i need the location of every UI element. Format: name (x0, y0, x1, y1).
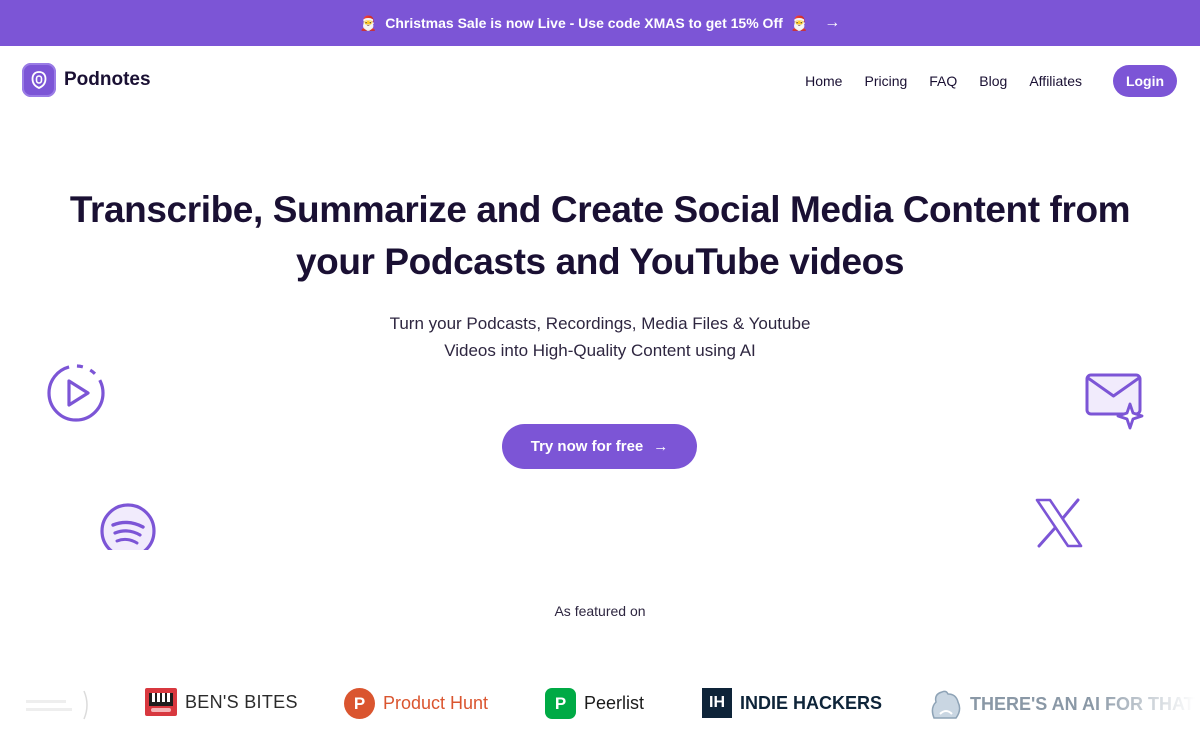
announcement-banner[interactable]: 🎅 Christmas Sale is now Live - Use code … (0, 0, 1200, 46)
hero-subtitle-line-1: Turn your Podcasts, Recordings, Media Fi… (389, 314, 811, 333)
banner-text: Christmas Sale is now Live - Use code XM… (385, 15, 783, 31)
theres-an-ai-name: THERE'S AN AI FOR THAT (970, 693, 1195, 714)
bens-bites-name: BEN'S BITES (185, 691, 298, 712)
santa-emoji-right: 🎅 (790, 14, 809, 31)
featured-logo-indie-hackers[interactable]: IH INDIE HACKERS (702, 688, 882, 718)
nav-item-affiliates[interactable]: Affiliates (1029, 73, 1082, 89)
featured-logo-bens-bites[interactable]: BEN'S BITES (145, 688, 298, 716)
hero-title-line-2: your Podcasts and YouTube videos (295, 241, 905, 282)
brand-name: Podnotes (64, 69, 151, 90)
nav-item-pricing[interactable]: Pricing (864, 73, 907, 89)
arrow-right-icon: → (824, 14, 841, 31)
featured-logo-product-hunt[interactable]: P Product Hunt (344, 688, 488, 719)
brand-link[interactable]: Podnotes (22, 63, 151, 97)
login-button[interactable]: Login (1113, 65, 1177, 97)
nav-item-faq[interactable]: FAQ (929, 73, 957, 89)
spotify-icon (100, 503, 156, 550)
hero-title-line-1: Transcribe, Summarize and Create Social … (69, 189, 1131, 230)
try-now-button[interactable]: Try now for free → (502, 424, 697, 469)
santa-emoji-left: 🎅 (359, 14, 378, 31)
nav-item-home[interactable]: Home (805, 73, 842, 89)
featured-logo-peerlist[interactable]: P Peerlist (545, 688, 644, 719)
arrow-right-icon: → (653, 438, 669, 455)
featured-logos-strip: BEN'S BITES P Product Hunt P Peerlist IH… (0, 680, 1200, 732)
featured-logo-theres-an-ai[interactable]: THERE'S AN AI FOR THAT (928, 688, 1195, 720)
product-hunt-icon: P (344, 688, 375, 719)
indie-hackers-name: INDIE HACKERS (740, 692, 883, 713)
play-circle-icon (47, 364, 105, 422)
faded-logo-left (18, 688, 90, 722)
theres-an-ai-icon (931, 690, 961, 719)
indie-hackers-icon: IH (702, 688, 732, 718)
nav-menu: Home Pricing FAQ Blog Affiliates (805, 73, 1082, 89)
mail-sparkle-icon (1085, 373, 1144, 430)
hero-title: Transcribe, Summarize and Create Social … (0, 184, 1200, 288)
peerlist-icon: P (545, 688, 576, 719)
try-now-label: Try now for free (530, 438, 644, 455)
x-twitter-icon (1035, 498, 1083, 548)
nav-item-blog[interactable]: Blog (979, 73, 1007, 89)
featured-label: As featured on (554, 603, 646, 619)
award-badge-icon (26, 690, 88, 720)
podnotes-logo-icon (22, 63, 56, 97)
peerlist-name: Peerlist (584, 693, 645, 713)
hero-subtitle-line-2: Videos into High-Quality Content using A… (444, 341, 756, 360)
product-hunt-name: Product Hunt (383, 693, 489, 713)
hero-subtitle: Turn your Podcasts, Recordings, Media Fi… (0, 310, 1200, 364)
bens-bites-icon (145, 688, 177, 716)
top-nav: Podnotes Home Pricing FAQ Blog Affiliate… (0, 46, 1200, 116)
